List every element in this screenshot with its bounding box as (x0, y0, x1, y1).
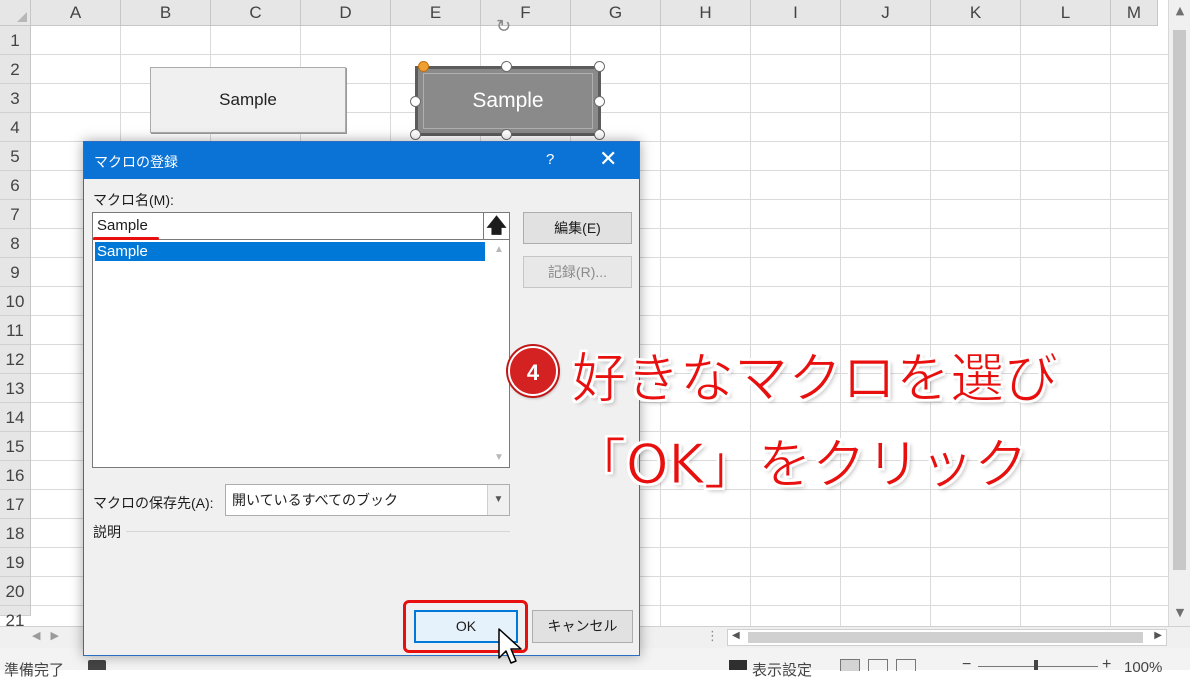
normal-view-icon[interactable] (840, 659, 860, 671)
column-header[interactable]: E (391, 0, 481, 26)
zoom-out-icon[interactable]: − (962, 656, 971, 674)
vertical-scroll-thumb[interactable] (1173, 30, 1186, 570)
row-header[interactable]: 13 (0, 374, 31, 403)
column-header[interactable]: M (1111, 0, 1158, 26)
row-header[interactable]: 17 (0, 490, 31, 519)
row-header[interactable]: 11 (0, 316, 31, 345)
vertical-scrollbar[interactable]: ▲ ▼ (1168, 0, 1190, 626)
column-header[interactable]: J (841, 0, 931, 26)
display-settings-icon[interactable] (729, 660, 747, 670)
column-header[interactable]: C (211, 0, 301, 26)
zoom-level[interactable]: 100% (1124, 659, 1162, 676)
column-header[interactable]: A (31, 0, 121, 26)
resize-handle-bottom-right[interactable] (594, 129, 605, 140)
row-header[interactable]: 15 (0, 432, 31, 461)
assign-macro-dialog: マクロの登録 ? ✕ マクロ名(M): Sample 🡅 Sample ▲ ▼ … (83, 141, 640, 656)
record-button[interactable]: 記録(R)... (523, 256, 632, 288)
annotation-line-2: 「OK」をクリック (572, 433, 1029, 497)
column-header[interactable]: K (931, 0, 1021, 26)
page-break-view-icon[interactable] (896, 659, 916, 671)
resize-handle-top-left[interactable] (418, 61, 429, 72)
list-scroll-down-icon[interactable]: ▼ (494, 452, 504, 463)
column-header[interactable]: B (121, 0, 211, 26)
row-header[interactable]: 6 (0, 171, 31, 200)
zoom-slider-knob[interactable] (1034, 660, 1038, 670)
scroll-right-icon[interactable]: ▶ (1154, 630, 1162, 641)
chevron-down-icon[interactable]: ▼ (487, 485, 509, 515)
resize-handle-bottom-left[interactable] (410, 129, 421, 140)
row-header[interactable]: 5 (0, 142, 31, 171)
step-number-badge: 4 (508, 346, 558, 396)
resize-handle-top-right[interactable] (594, 61, 605, 72)
mouse-cursor-icon (498, 628, 522, 664)
row-header[interactable]: 14 (0, 403, 31, 432)
horizontal-scroll-thumb[interactable] (748, 632, 1143, 643)
cancel-button[interactable]: キャンセル (532, 610, 633, 643)
row-header[interactable]: 10 (0, 287, 31, 316)
row-header[interactable]: 4 (0, 113, 31, 142)
edit-button[interactable]: 編集(E) (523, 212, 632, 244)
annotation-line-1: 好きなマクロを選び (572, 347, 1059, 411)
column-header[interactable]: D (301, 0, 391, 26)
description-divider (126, 531, 510, 532)
scroll-left-icon[interactable]: ◀ (732, 630, 740, 641)
resize-handle-top[interactable] (501, 61, 512, 72)
macro-record-icon[interactable] (88, 660, 106, 670)
rotate-handle-icon[interactable]: ↻ (496, 18, 518, 36)
macro-store-value: 開いているすべてのブック (232, 492, 399, 508)
sheet-button-sample-1[interactable]: Sample (150, 67, 346, 133)
select-all-corner[interactable] (0, 0, 31, 26)
page-layout-view-icon[interactable] (868, 659, 888, 671)
horizontal-scrollbar[interactable]: ◀ ▶ (727, 629, 1167, 646)
column-header[interactable]: G (571, 0, 661, 26)
sheet-nav-arrows-icon[interactable]: ◀▶ (32, 629, 69, 642)
row-header[interactable]: 21 (0, 606, 31, 630)
row-header[interactable]: 12 (0, 345, 31, 374)
row-header[interactable]: 19 (0, 548, 31, 577)
description-label: 説明 (93, 524, 121, 540)
dialog-title: マクロの登録 (94, 154, 178, 170)
close-icon[interactable]: ✕ (599, 147, 617, 171)
row-header[interactable]: 2 (0, 55, 31, 84)
row-header[interactable]: 20 (0, 577, 31, 606)
resize-handle-left[interactable] (410, 96, 421, 107)
collapse-dialog-arrow-icon[interactable]: 🡅 (484, 212, 510, 240)
macro-name-label: マクロ名(M): (93, 192, 174, 208)
list-scrollbar[interactable]: ▲ ▼ (488, 240, 509, 467)
view-switcher (840, 658, 950, 671)
resize-handle-right[interactable] (594, 96, 605, 107)
column-header[interactable]: I (751, 0, 841, 26)
macro-list[interactable]: Sample ▲ ▼ (92, 240, 510, 468)
row-header[interactable]: 16 (0, 461, 31, 490)
zoom-slider[interactable] (978, 666, 1098, 667)
row-header[interactable]: 9 (0, 258, 31, 287)
list-scroll-up-icon[interactable]: ▲ (494, 244, 504, 255)
help-icon[interactable]: ? (546, 151, 554, 168)
dialog-titlebar[interactable]: マクロの登録 ? ✕ (84, 142, 639, 179)
sheet-button-sample-2-selected[interactable]: Sample (415, 66, 601, 136)
column-header[interactable]: L (1021, 0, 1111, 26)
macro-store-label: マクロの保存先(A): (93, 495, 214, 511)
column-header[interactable]: F (481, 0, 571, 26)
row-header[interactable]: 7 (0, 200, 31, 229)
macro-name-input[interactable]: Sample (92, 212, 484, 240)
splitter-handle-icon[interactable]: ⋮ (706, 629, 719, 644)
zoom-in-icon[interactable]: + (1102, 656, 1111, 674)
macro-store-select[interactable]: 開いているすべてのブック ▼ (225, 484, 510, 516)
scroll-down-icon[interactable]: ▼ (1169, 606, 1190, 619)
row-header[interactable]: 8 (0, 229, 31, 258)
row-header[interactable]: 18 (0, 519, 31, 548)
scroll-up-icon[interactable]: ▲ (1169, 4, 1190, 17)
row-header[interactable]: 1 (0, 26, 31, 55)
resize-handle-bottom[interactable] (501, 129, 512, 140)
column-header[interactable]: H (661, 0, 751, 26)
sheet-button-label: Sample (219, 90, 277, 109)
list-item[interactable]: Sample (95, 242, 485, 261)
sheet-button-label: Sample (472, 89, 544, 112)
row-header[interactable]: 3 (0, 84, 31, 113)
